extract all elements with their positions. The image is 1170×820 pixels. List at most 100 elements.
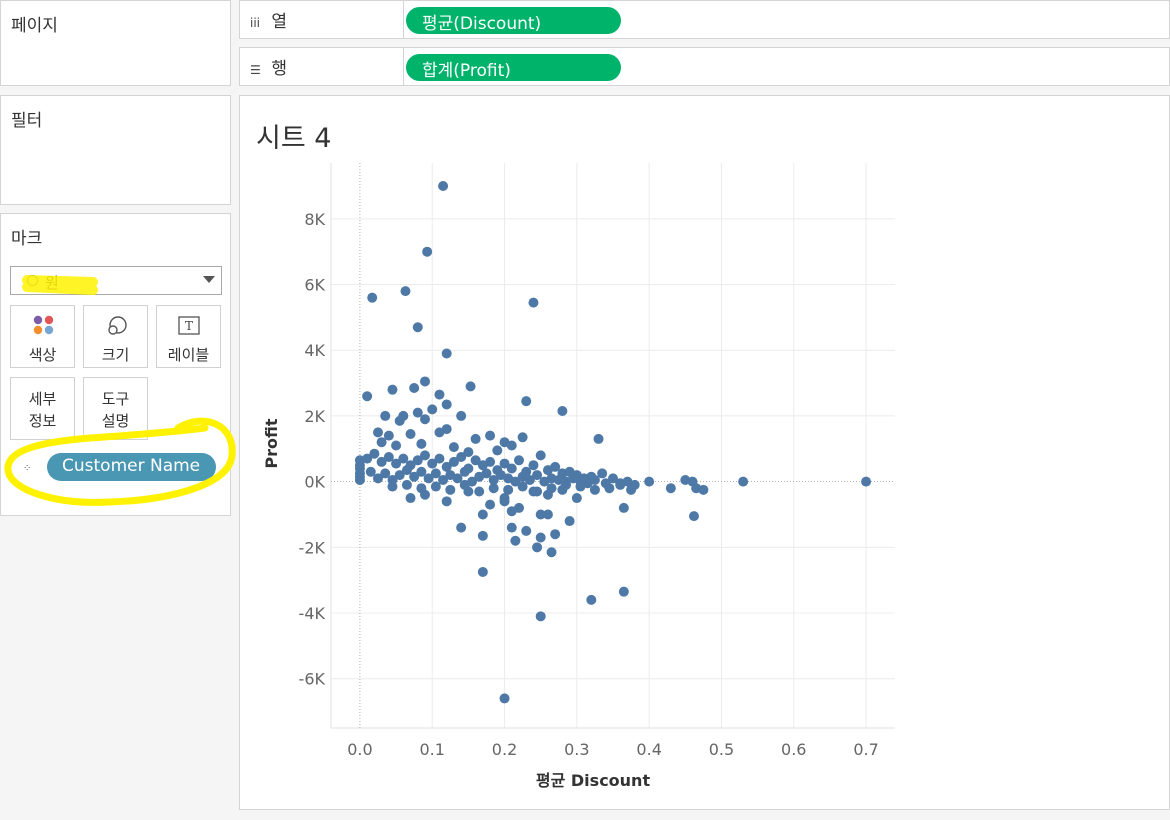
scatter-point[interactable] [412, 322, 423, 333]
scatter-point[interactable] [506, 440, 517, 451]
pages-card[interactable]: 페이지 [0, 0, 231, 86]
profit-pill[interactable]: 합계(Profit) [406, 54, 621, 81]
scatter-point[interactable] [528, 297, 539, 308]
scatter-point[interactable] [550, 529, 561, 540]
scatter-point[interactable] [434, 427, 445, 438]
discount-pill[interactable]: 평균(Discount) [406, 7, 621, 34]
scatter-point[interactable] [477, 566, 488, 577]
tooltip-button[interactable]: 도구 설명 [83, 377, 148, 440]
scatter-point[interactable] [586, 594, 597, 605]
scatter-point[interactable] [499, 693, 510, 704]
scatter-point[interactable] [688, 511, 699, 522]
scatter-point[interactable] [405, 493, 416, 504]
scatter-point[interactable] [517, 481, 528, 492]
scatter-point[interactable] [626, 484, 637, 495]
scatter-point[interactable] [589, 484, 600, 495]
scatter-point[interactable] [571, 493, 582, 504]
scatter-point[interactable] [391, 440, 402, 451]
scatter-point[interactable] [604, 483, 615, 494]
scatter-point[interactable] [593, 433, 604, 444]
scatter-point[interactable] [427, 404, 438, 415]
detail-button[interactable]: 세부 정보 [10, 377, 75, 440]
scatter-point[interactable] [459, 466, 470, 477]
scatter-point[interactable] [521, 396, 532, 407]
scatter-point[interactable] [394, 415, 405, 426]
scatter-point[interactable] [506, 522, 517, 533]
scatter-point[interactable] [644, 476, 655, 487]
scatter-point[interactable] [409, 383, 420, 394]
scatter-point[interactable] [420, 489, 430, 500]
scatter-point[interactable] [528, 460, 539, 471]
filters-card[interactable]: 필터 [0, 95, 231, 205]
scatter-point[interactable] [575, 481, 586, 492]
scatter-point[interactable] [470, 433, 481, 444]
scatter-point[interactable] [420, 376, 430, 387]
scatter-point[interactable] [557, 406, 568, 417]
scatter-point[interactable] [738, 476, 749, 487]
scatter-point[interactable] [401, 479, 412, 490]
scatter-point[interactable] [387, 481, 398, 492]
scatter-point[interactable] [430, 481, 441, 492]
scatter-point[interactable] [528, 486, 539, 497]
scatter-point[interactable] [438, 180, 449, 191]
rows-shelf[interactable]: ☰ 행 합계(Profit) [239, 47, 1170, 86]
scatter-point[interactable] [861, 476, 872, 487]
scatter-point[interactable] [362, 391, 373, 402]
scatter-point[interactable] [400, 286, 411, 297]
scatter-point[interactable] [380, 410, 391, 421]
scatter-point[interactable] [618, 586, 629, 597]
scatter-point[interactable] [387, 384, 398, 395]
scatter-point[interactable] [477, 509, 488, 520]
scatter-point[interactable] [405, 429, 416, 440]
scatter-point[interactable] [492, 445, 503, 456]
view-area[interactable]: 시트 4 -6K -4K -2K 0K 2K 4K 6K 8K 0.0 0.1 0.2 0.3 0.4 0… [239, 95, 1170, 810]
scatter-point[interactable] [441, 399, 452, 410]
scatter-point[interactable] [589, 474, 600, 485]
scatter-point[interactable] [448, 442, 459, 453]
size-button[interactable]: 크기 [83, 305, 148, 368]
scatter-point[interactable] [474, 486, 485, 497]
scatter-chart[interactable]: -6K -4K -2K 0K 2K 4K 6K 8K 0.0 0.1 0.2 0.3 0.4 0.5 0.6… [240, 96, 1169, 809]
scatter-point[interactable] [373, 427, 383, 438]
scatter-point[interactable] [354, 474, 365, 485]
label-button[interactable]: T 레이블 [156, 305, 221, 368]
scatter-point[interactable] [517, 432, 528, 443]
scatter-point[interactable] [465, 381, 476, 392]
scatter-point[interactable] [376, 437, 387, 448]
scatter-point[interactable] [618, 502, 629, 513]
scatter-point[interactable] [485, 430, 496, 441]
scatter-point[interactable] [477, 530, 488, 541]
scatter-point[interactable] [485, 499, 496, 510]
scatter-point[interactable] [441, 496, 452, 507]
scatter-point[interactable] [546, 547, 557, 558]
chevron-down-icon[interactable] [203, 276, 215, 283]
scatter-point[interactable] [416, 438, 427, 449]
scatter-point[interactable] [499, 496, 510, 507]
scatter-point[interactable] [506, 506, 517, 517]
scatter-point[interactable] [521, 525, 532, 536]
scatter-point[interactable] [456, 451, 467, 462]
scatter-point[interactable] [485, 456, 496, 467]
scatter-point[interactable] [615, 478, 626, 489]
scatter-point[interactable] [698, 484, 709, 495]
scatter-point[interactable] [542, 509, 553, 520]
scatter-point[interactable] [510, 535, 521, 546]
scatter-point[interactable] [535, 450, 546, 461]
color-button[interactable]: 색상 [10, 305, 75, 368]
scatter-point[interactable] [564, 516, 575, 527]
scatter-point[interactable] [434, 453, 445, 464]
scatter-point[interactable] [456, 410, 467, 421]
scatter-point[interactable] [441, 348, 452, 359]
customer-name-pill[interactable]: Customer Name [47, 453, 216, 481]
scatter-point[interactable] [420, 450, 430, 461]
scatter-point[interactable] [506, 463, 517, 474]
scatter-point[interactable] [535, 532, 546, 543]
scatter-point[interactable] [445, 484, 456, 495]
scatter-point[interactable] [542, 489, 553, 500]
mark-type-dropdown[interactable]: 원 [10, 266, 222, 295]
scatter-point[interactable] [367, 292, 378, 303]
scatter-point[interactable] [456, 522, 467, 533]
columns-shelf[interactable]: iii 열 평균(Discount) [239, 0, 1170, 39]
scatter-point[interactable] [488, 483, 499, 494]
scatter-point[interactable] [422, 246, 433, 257]
